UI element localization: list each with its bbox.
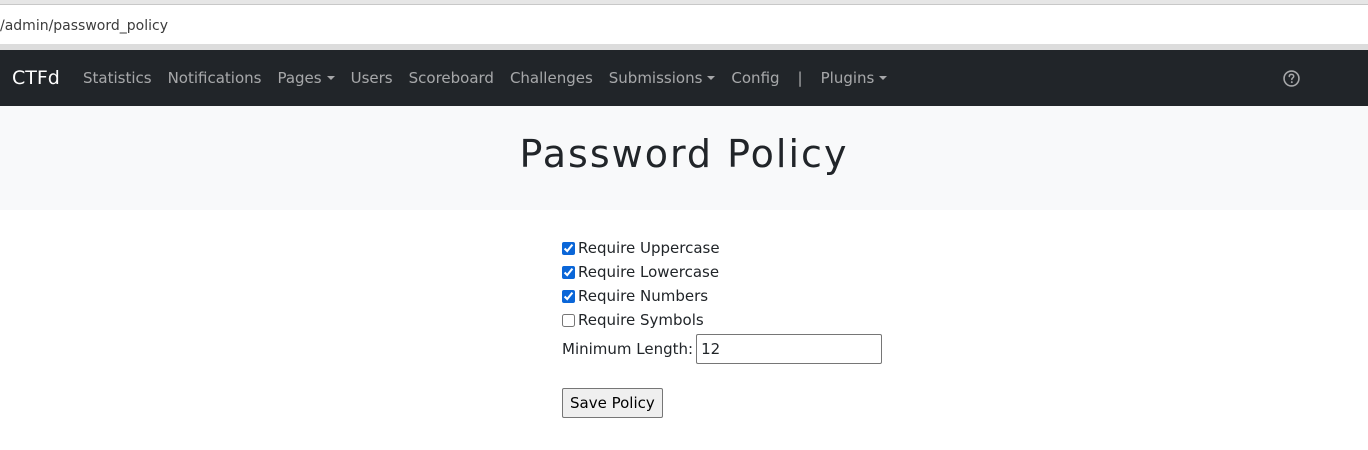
question-circle-icon[interactable] <box>1283 70 1300 87</box>
nav-challenges[interactable]: Challenges <box>502 69 601 87</box>
option-require-symbols: Require Symbols <box>562 308 882 332</box>
brand-logo[interactable]: CTFd <box>12 50 60 106</box>
nav-plugins-dropdown[interactable]: Plugins <box>813 69 896 87</box>
option-require-numbers: Require Numbers <box>562 284 882 308</box>
nav-submissions-label: Submissions <box>608 69 703 87</box>
password-policy-form: Require Uppercase Require Lowercase Requ… <box>562 236 883 418</box>
browser-tab-strip <box>0 0 1368 5</box>
min-length-label: Minimum Length: <box>562 340 694 358</box>
nav-scoreboard[interactable]: Scoreboard <box>401 69 502 87</box>
require-symbols-label: Require Symbols <box>578 311 704 329</box>
nav-pages-label: Pages <box>277 69 322 87</box>
nav-plugins-label: Plugins <box>820 69 875 87</box>
nav-scoreboard-label: Scoreboard <box>408 69 494 87</box>
caret-down-icon <box>879 76 888 80</box>
nav-submissions-dropdown[interactable]: Submissions <box>601 69 724 87</box>
nav-pages-dropdown[interactable]: Pages <box>269 69 342 87</box>
nav-users[interactable]: Users <box>343 69 401 87</box>
nav-statistics[interactable]: Statistics <box>75 69 160 87</box>
require-numbers-checkbox[interactable] <box>562 289 575 303</box>
nav-separator: | <box>797 69 803 87</box>
admin-navbar: CTFd Statistics Notifications Pages User… <box>0 50 1368 106</box>
save-policy-button[interactable]: Save Policy <box>562 388 663 418</box>
option-require-uppercase: Require Uppercase <box>562 236 882 260</box>
nav-users-label: Users <box>350 69 393 87</box>
nav-challenges-label: Challenges <box>509 69 593 87</box>
min-length-input[interactable] <box>696 334 883 364</box>
require-numbers-label: Require Numbers <box>578 287 709 305</box>
nav-config-label: Config <box>731 69 780 87</box>
page-header: Password Policy <box>0 106 1368 210</box>
require-lowercase-checkbox[interactable] <box>562 265 575 279</box>
nav-config[interactable]: Config <box>723 69 787 87</box>
address-bar[interactable]: /admin/password_policy <box>0 8 1368 44</box>
caret-down-icon <box>707 76 716 80</box>
caret-down-icon <box>326 76 335 80</box>
page-title: Password Policy <box>519 132 849 176</box>
require-uppercase-checkbox[interactable] <box>562 241 575 255</box>
require-lowercase-label: Require Lowercase <box>578 263 720 281</box>
require-uppercase-label: Require Uppercase <box>578 239 720 257</box>
nav-notifications[interactable]: Notifications <box>160 69 270 87</box>
nav-notifications-label: Notifications <box>167 69 262 87</box>
option-require-lowercase: Require Lowercase <box>562 260 882 284</box>
nav-items: Statistics Notifications Pages Users Sco… <box>75 50 895 106</box>
browser-top-strip <box>0 0 1368 8</box>
require-symbols-checkbox[interactable] <box>562 313 575 327</box>
address-bar-url: /admin/password_policy <box>0 18 168 34</box>
min-length-row: Minimum Length: <box>562 334 883 364</box>
nav-statistics-label: Statistics <box>83 69 152 87</box>
